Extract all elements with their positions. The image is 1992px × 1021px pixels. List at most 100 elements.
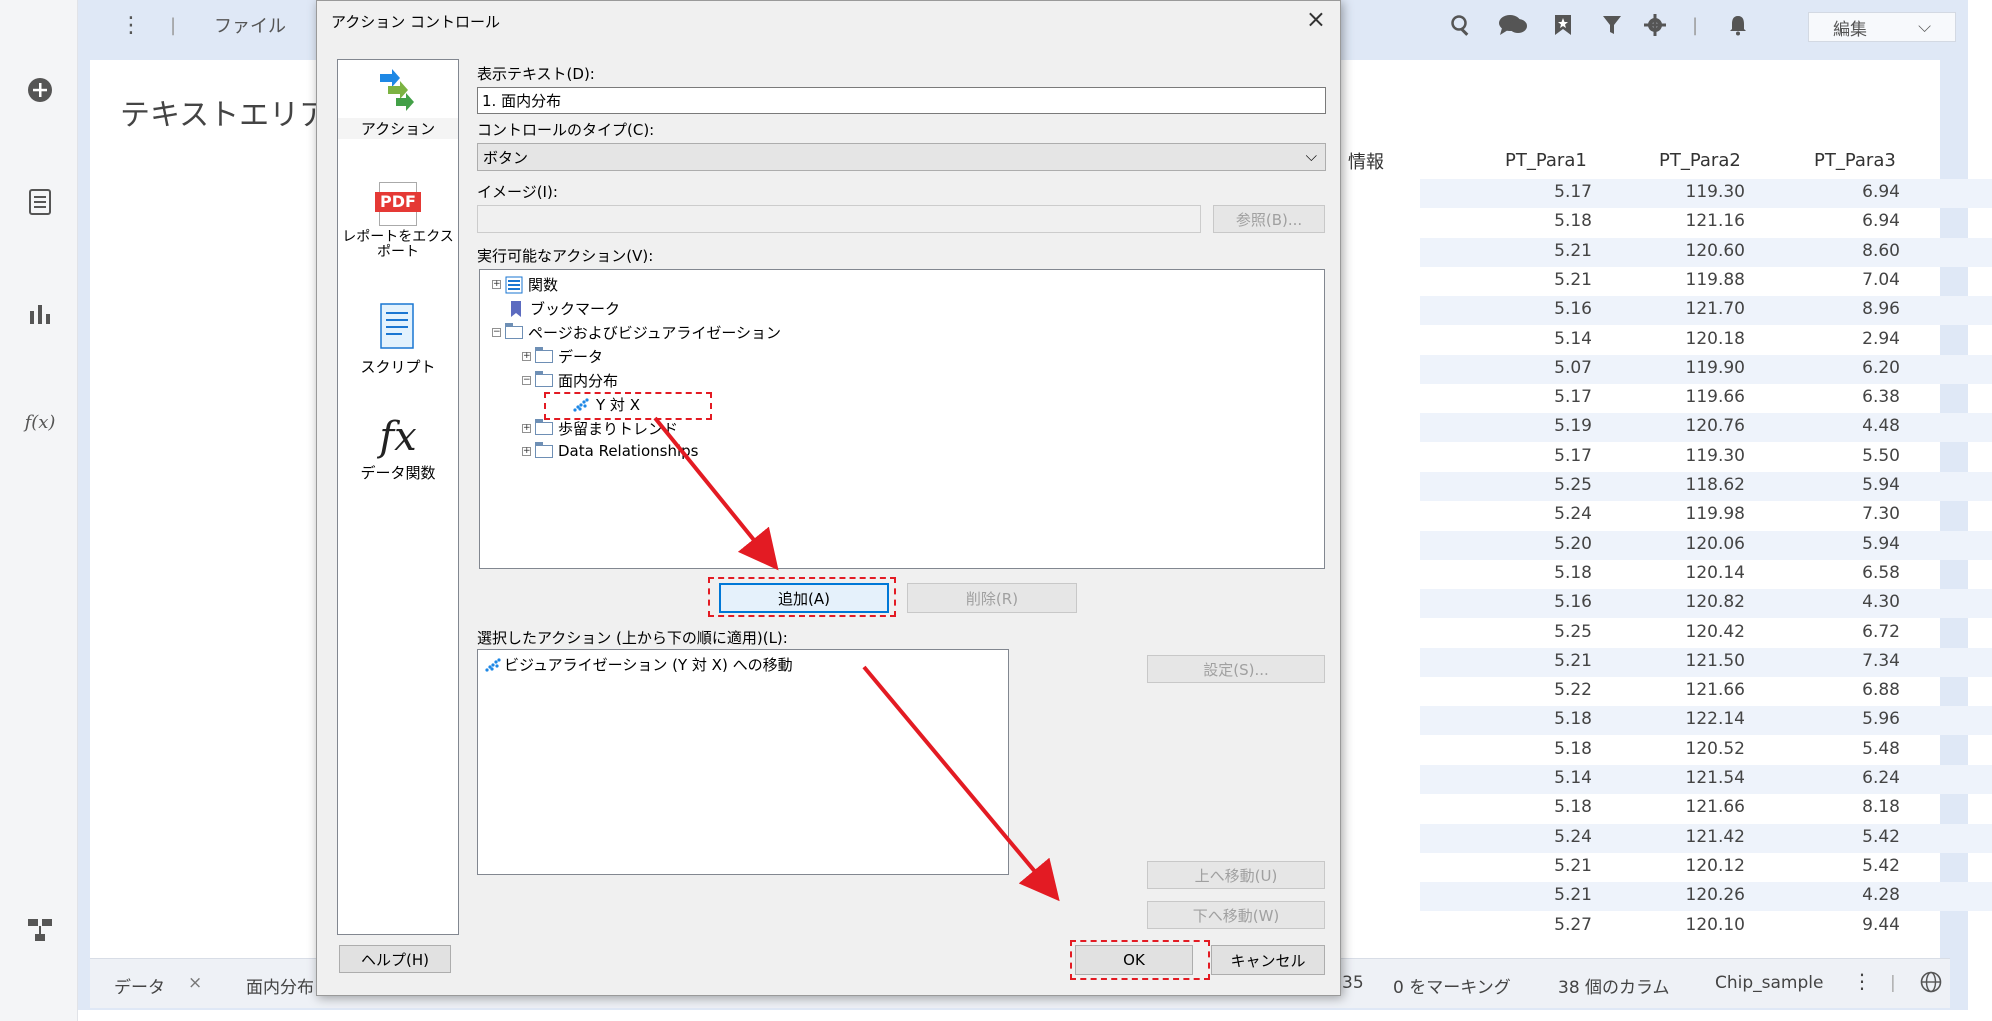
chevron-down-icon: ⌵ xyxy=(1305,147,1317,165)
more-menu-icon[interactable]: ⋮ xyxy=(120,12,142,38)
table-cell: 119.30 xyxy=(1685,445,1745,466)
table-cell: 120.06 xyxy=(1685,533,1745,554)
table-cell: 2.94 xyxy=(1862,328,1900,349)
document-list-icon[interactable] xyxy=(22,184,58,220)
table-cell: 6.24 xyxy=(1862,768,1900,788)
filter-icon[interactable] xyxy=(1602,12,1622,38)
table-cell: 120.14 xyxy=(1685,562,1745,583)
table-cell: 5.94 xyxy=(1862,475,1900,495)
table-cell: 5.20 xyxy=(1554,533,1592,554)
selected-actions-list[interactable]: ビジュアライゼーション (Y 対 X) への移動 xyxy=(477,649,1009,875)
table-cell: 8.18 xyxy=(1862,797,1900,818)
table-column-header[interactable]: PT_Para2 xyxy=(1659,150,1741,171)
remove-button[interactable]: 削除(R) xyxy=(907,583,1077,613)
notification-bell-icon[interactable] xyxy=(1728,12,1748,38)
table-cell: 7.04 xyxy=(1862,269,1900,290)
action-control-dialog: アクション コントロール × アクション PDF レポートをエクスポート スクリ… xyxy=(316,0,1341,996)
table-cell: 121.42 xyxy=(1685,826,1745,847)
move-down-button[interactable]: 下へ移動(W) xyxy=(1147,901,1325,929)
cancel-button[interactable]: キャンセル xyxy=(1211,945,1325,975)
settings-button[interactable]: 設定(S)... xyxy=(1147,655,1325,683)
function-icon[interactable]: f(x) xyxy=(22,404,58,440)
table-cell: 4.30 xyxy=(1862,592,1900,613)
script-icon xyxy=(380,303,414,349)
status-divider: | xyxy=(1890,973,1896,993)
table-cell: 5.50 xyxy=(1862,445,1900,466)
table-cell: 5.18 xyxy=(1554,562,1592,583)
tab-data[interactable]: データ xyxy=(114,973,165,998)
nav-label: データ関数 xyxy=(360,464,436,482)
tree-node-data[interactable]: + データ xyxy=(522,346,603,367)
help-button[interactable]: ヘルプ(H) xyxy=(339,945,451,973)
bookmark-icon[interactable] xyxy=(1554,12,1572,38)
nav-item-script[interactable]: スクリプト xyxy=(338,300,458,377)
table-cell: 119.66 xyxy=(1685,387,1745,408)
toolbar-divider: | xyxy=(170,14,177,36)
control-type-select[interactable]: ボタン ⌵ xyxy=(477,143,1326,171)
nav-item-export-report[interactable]: PDF レポートをエクスポート xyxy=(338,180,458,260)
table-cell: 121.54 xyxy=(1685,768,1745,788)
table-cell: 120.82 xyxy=(1685,592,1745,613)
table-cell: 6.20 xyxy=(1862,357,1900,378)
table-cell: 6.94 xyxy=(1862,211,1900,232)
comments-icon[interactable] xyxy=(1498,12,1528,38)
tree-node-yield-trend[interactable]: + 歩留まりトレンド xyxy=(522,418,678,439)
bar-chart-icon[interactable] xyxy=(22,295,58,331)
app-sidebar: f(x) xyxy=(0,0,78,1021)
table-cell: 119.90 xyxy=(1685,357,1745,378)
tree-node-functions[interactable]: + 関数 xyxy=(492,274,558,295)
table-cell: 121.66 xyxy=(1685,680,1745,701)
column-count: 38 個のカラム xyxy=(1558,978,1670,998)
table-column-partial: 情報 xyxy=(1348,152,1384,173)
nav-item-action[interactable]: アクション xyxy=(338,66,458,139)
search-icon[interactable] xyxy=(1450,12,1472,38)
tree-node-bookmarks[interactable]: ブックマーク xyxy=(510,298,620,319)
globe-icon[interactable] xyxy=(1920,971,1942,998)
browse-button[interactable]: 参照(B)... xyxy=(1213,205,1325,233)
annotation-highlight-add-button xyxy=(708,577,896,617)
chevron-down-icon: ⌵ xyxy=(1918,17,1931,37)
list-item[interactable]: ビジュアライゼーション (Y 対 X) への移動 xyxy=(484,654,793,675)
mode-select[interactable]: 編集 ⌵ xyxy=(1808,12,1956,42)
table-cell: 5.18 xyxy=(1554,797,1592,818)
pdf-icon: PDF xyxy=(375,180,421,228)
table-column-header[interactable]: PT_Para1 xyxy=(1505,150,1587,171)
move-up-button[interactable]: 上へ移動(U) xyxy=(1147,861,1325,889)
table-cell: 8.96 xyxy=(1862,299,1900,320)
table-cell: 5.24 xyxy=(1554,826,1592,847)
tree-node-pages[interactable]: − ページおよびビジュアライゼーション xyxy=(492,322,781,343)
table-cell: 119.98 xyxy=(1685,504,1745,525)
action-arrows-icon xyxy=(380,69,414,111)
table-cell: 5.21 xyxy=(1554,650,1592,671)
table-cell: 122.14 xyxy=(1685,709,1745,730)
close-icon[interactable]: × xyxy=(1306,5,1326,33)
tab-close-icon[interactable]: × xyxy=(188,973,202,993)
table-cell: 5.16 xyxy=(1554,592,1592,613)
table-cell: 5.14 xyxy=(1554,328,1592,349)
nav-item-data-function[interactable]: fx データ関数 xyxy=(338,412,458,483)
table-cell: 121.16 xyxy=(1685,211,1745,232)
annotation-highlight-ok-button xyxy=(1070,940,1210,980)
data-table-name[interactable]: Chip_sample xyxy=(1715,973,1823,993)
table-cell: 5.42 xyxy=(1862,855,1900,876)
tree-node-data-relationships[interactable]: + Data Relationships xyxy=(522,441,698,460)
folder-icon xyxy=(535,419,553,435)
toolbar-divider-2: | xyxy=(1692,14,1699,36)
image-label: イメージ(I): xyxy=(477,183,558,201)
settings-gear-icon[interactable] xyxy=(1644,12,1666,38)
tab-wafer[interactable]: 面内分布 xyxy=(246,973,314,998)
data-canvas-icon[interactable] xyxy=(22,912,58,948)
file-menu[interactable]: ファイル xyxy=(214,12,286,38)
dialog-nav-panel: アクション PDF レポートをエクスポート スクリプト fx データ関数 xyxy=(337,59,459,935)
table-menu-icon[interactable]: ⋮ xyxy=(1852,969,1872,993)
nav-label: スクリプト xyxy=(360,358,436,376)
display-text-input[interactable]: 1. 面内分布 xyxy=(477,87,1326,114)
table-cell: 5.22 xyxy=(1554,680,1592,701)
table-column-header[interactable]: PT_Para3 xyxy=(1814,150,1896,171)
annotation-highlight-tree-node xyxy=(544,392,712,420)
add-icon[interactable] xyxy=(22,72,58,108)
tree-node-wafer[interactable]: − 面内分布 xyxy=(522,370,618,391)
table-cell: 5.18 xyxy=(1554,211,1592,232)
table-cell: 5.19 xyxy=(1554,416,1592,437)
table-cell: 7.30 xyxy=(1862,504,1900,525)
